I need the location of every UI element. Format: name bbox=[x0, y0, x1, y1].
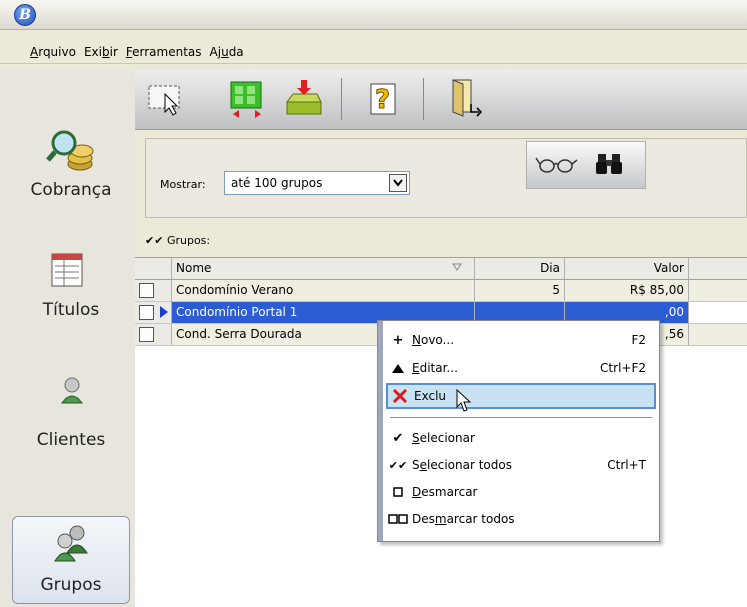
double-box-icon bbox=[386, 514, 410, 524]
sidebar-item-cobranca[interactable]: Cobrança bbox=[12, 120, 130, 208]
double-check-icon: ✔✔ bbox=[145, 234, 164, 247]
menu-item-shortcut: Ctrl+T bbox=[607, 458, 646, 472]
cell-empty bbox=[689, 302, 747, 324]
menu-item-label: Exclu bbox=[414, 389, 447, 403]
filter-panel: Mostrar: até 100 grupos bbox=[145, 138, 747, 218]
row-checkbox[interactable] bbox=[139, 327, 154, 342]
grid-caption-text: Grupos: bbox=[166, 234, 211, 247]
table-header: Nome Dia Valor bbox=[135, 258, 747, 280]
sidebar-item-titulos[interactable]: Títulos bbox=[12, 240, 130, 328]
menu-item-desmarcar[interactable]: Desmarcar bbox=[386, 479, 656, 505]
row-indicator-cell bbox=[135, 302, 172, 324]
check-icon: ✔ bbox=[392, 430, 404, 446]
menu-item-excluir[interactable]: Exclu bbox=[386, 383, 656, 412]
group-transfer-icon[interactable] bbox=[227, 78, 267, 118]
menu-ajuda[interactable]: Ajuda bbox=[210, 45, 244, 59]
documents-stack-icon bbox=[51, 253, 83, 287]
coins-magnifier-icon bbox=[46, 130, 94, 171]
group-people-icon bbox=[54, 525, 88, 562]
menu-item-label: Selecionar bbox=[412, 431, 475, 445]
exit-door-icon[interactable] bbox=[445, 78, 485, 118]
column-header-valor[interactable]: Valor bbox=[565, 258, 689, 280]
column-header-nome[interactable]: Nome bbox=[172, 258, 475, 280]
title-bar: B bbox=[0, 0, 747, 30]
red-x-icon bbox=[388, 388, 412, 404]
column-header-empty bbox=[689, 258, 747, 280]
menu-item-editar[interactable]: Editar... Ctrl+F2 bbox=[386, 355, 656, 381]
row-indicator-cell bbox=[135, 280, 172, 302]
cell-empty bbox=[689, 280, 747, 302]
row-pointer-icon bbox=[160, 306, 168, 318]
menu-item-label: Selecionar todos bbox=[412, 458, 512, 472]
box-icon bbox=[386, 487, 410, 497]
mostrar-select[interactable]: até 100 grupos bbox=[224, 171, 410, 195]
toolbar-separator bbox=[341, 78, 342, 120]
sidebar-item-label: Clientes bbox=[36, 430, 106, 450]
menu-item-shortcut: F2 bbox=[631, 333, 646, 347]
menu-ferramentas[interactable]: Ferramentas bbox=[126, 45, 202, 59]
menu-separator bbox=[390, 417, 652, 418]
context-menu: + Novo... F2 Editar... Ctrl+F2 Exclu ✔ S… bbox=[377, 320, 660, 542]
toolbar-separator bbox=[423, 78, 424, 120]
glasses-icon[interactable] bbox=[535, 152, 579, 180]
toolbar: ? bbox=[135, 70, 747, 130]
mouse-cursor-icon bbox=[456, 389, 472, 412]
menu-item-selecionar-todos[interactable]: ✔✔ Selecionar todos Ctrl+T bbox=[386, 452, 656, 478]
sidebar: Cobrança Títulos Clientes Grupos bbox=[0, 70, 135, 607]
menu-item-shortcut: Ctrl+F2 bbox=[600, 361, 646, 375]
svg-text:?: ? bbox=[375, 85, 390, 115]
context-menu-stripe bbox=[378, 321, 383, 541]
menu-item-label: Novo... bbox=[412, 333, 455, 347]
binoculars-icon[interactable] bbox=[595, 150, 623, 178]
mostrar-value: até 100 grupos bbox=[231, 176, 323, 190]
header-indicator-cell bbox=[135, 258, 172, 280]
menu-exibir[interactable]: Exibir bbox=[84, 45, 118, 59]
app-logo-icon: B bbox=[14, 4, 36, 26]
select-tool-icon[interactable] bbox=[145, 78, 185, 118]
sidebar-item-label: Grupos bbox=[40, 575, 102, 595]
plus-icon: + bbox=[392, 332, 404, 348]
menu-item-label: Desmarcar bbox=[412, 485, 478, 499]
sidebar-item-label: Títulos bbox=[42, 300, 100, 320]
table-row[interactable]: Condomínio Verano 5 R$ 85,00 bbox=[135, 280, 747, 302]
row-checkbox[interactable] bbox=[139, 283, 154, 298]
search-buttons-panel bbox=[526, 141, 646, 189]
menu-item-label: Editar... bbox=[412, 361, 458, 375]
cell-nome: Condomínio Verano bbox=[172, 280, 475, 302]
menu-bar: Arquivo Exibir Ferramentas Ajuda bbox=[0, 40, 747, 64]
triangle-up-icon bbox=[386, 363, 410, 373]
sidebar-item-clientes[interactable]: Clientes bbox=[12, 370, 130, 458]
sort-filter-icon[interactable] bbox=[452, 262, 462, 272]
help-icon[interactable]: ? bbox=[365, 78, 405, 118]
row-indicator-cell bbox=[135, 324, 172, 346]
import-icon[interactable] bbox=[283, 78, 323, 118]
grid-caption: ✔✔ Grupos: bbox=[145, 234, 210, 247]
menu-arquivo[interactable]: Arquivo bbox=[30, 45, 76, 59]
column-label: Nome bbox=[176, 261, 212, 275]
menu-item-selecionar[interactable]: ✔ Selecionar bbox=[386, 425, 656, 451]
cell-dia: 5 bbox=[475, 280, 565, 302]
menu-item-label: Desmarcar todos bbox=[412, 512, 515, 526]
mostrar-label: Mostrar: bbox=[160, 178, 206, 191]
column-header-dia[interactable]: Dia bbox=[475, 258, 565, 280]
menu-item-novo[interactable]: + Novo... F2 bbox=[386, 327, 656, 353]
cell-valor: R$ 85,00 bbox=[565, 280, 689, 302]
sidebar-item-grupos[interactable]: Grupos bbox=[12, 516, 130, 604]
double-check-icon: ✔✔ bbox=[388, 458, 408, 472]
chevron-down-icon[interactable] bbox=[389, 174, 407, 192]
sidebar-item-label: Cobrança bbox=[30, 180, 112, 200]
row-checkbox[interactable] bbox=[139, 305, 154, 320]
person-icon bbox=[61, 377, 83, 404]
menu-item-desmarcar-todos[interactable]: Desmarcar todos bbox=[386, 506, 656, 532]
cell-empty bbox=[689, 324, 747, 346]
